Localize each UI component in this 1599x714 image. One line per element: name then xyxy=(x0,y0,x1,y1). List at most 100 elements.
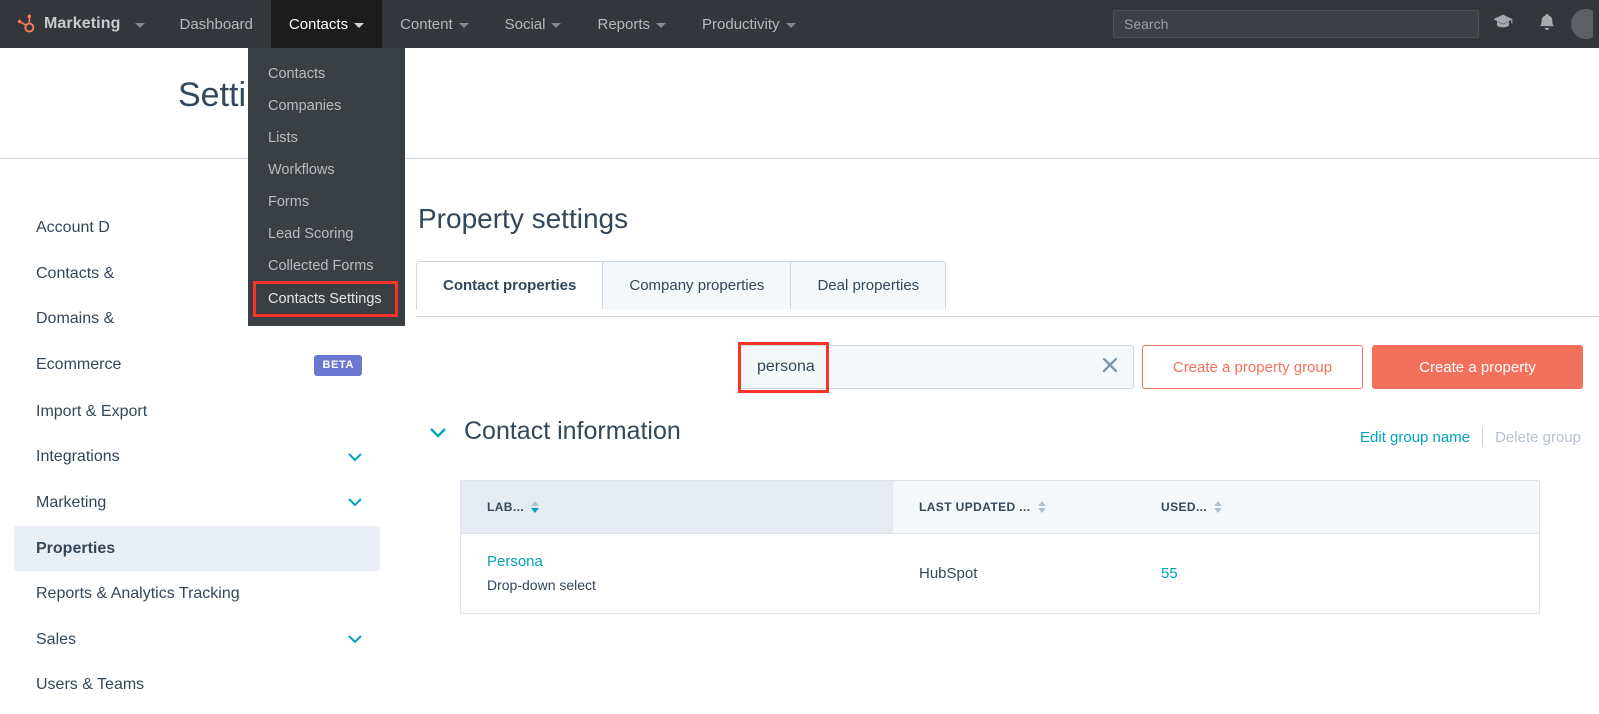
column-header-text: USED... xyxy=(1161,500,1207,514)
sort-icon[interactable] xyxy=(1214,501,1222,513)
contacts-dropdown-menu: Contacts Companies Lists Workflows Forms… xyxy=(248,48,405,326)
tab-deal-properties[interactable]: Deal properties xyxy=(791,262,945,309)
sidebar-item-label: Users & Teams xyxy=(36,675,362,695)
beta-badge: BETA xyxy=(314,355,362,376)
chevron-down-icon xyxy=(786,23,796,28)
column-header-last-updated[interactable]: LAST UPDATED ... xyxy=(893,481,1135,533)
sidebar-item-reports-analytics-tracking[interactable]: Reports & Analytics Tracking xyxy=(14,571,380,617)
chevron-down-icon xyxy=(348,635,362,644)
sidebar-item-integrations[interactable]: Integrations xyxy=(14,434,380,480)
dropdown-item-contacts-settings[interactable]: Contacts Settings xyxy=(256,284,395,314)
sidebar-item-label: Import & Export xyxy=(36,402,362,422)
property-group-header: Contact information Edit group name Dele… xyxy=(400,417,1599,469)
close-x-icon xyxy=(1100,355,1120,380)
nav-item-productivity[interactable]: Productivity xyxy=(684,0,814,48)
sort-icon[interactable] xyxy=(1038,501,1046,513)
hubspot-sprocket-logo-icon xyxy=(14,14,35,35)
sidebar-item-ecommerce[interactable]: Ecommerce BETA xyxy=(14,342,380,389)
dropdown-item-contacts[interactable]: Contacts xyxy=(248,58,405,90)
dropdown-item-forms[interactable]: Forms xyxy=(248,186,405,218)
column-header-used-in[interactable]: USED... xyxy=(1135,481,1539,533)
sort-descending-arrow xyxy=(531,508,539,513)
nav-item-reports[interactable]: Reports xyxy=(579,0,684,48)
brand-label: Marketing xyxy=(44,15,120,33)
action-divider xyxy=(1482,427,1483,447)
chevron-down-icon xyxy=(459,23,469,28)
nav-item-label: Contacts xyxy=(289,16,348,33)
dropdown-item-collected-forms[interactable]: Collected Forms xyxy=(248,250,405,282)
column-header-text: LAST UPDATED ... xyxy=(919,500,1031,514)
dropdown-item-lead-scoring[interactable]: Lead Scoring xyxy=(248,218,405,250)
tab-underline-divider xyxy=(416,316,1599,317)
dropdown-item-lists[interactable]: Lists xyxy=(248,122,405,154)
column-header-label[interactable]: LAB... xyxy=(461,481,893,533)
chevron-down-icon xyxy=(354,23,364,28)
sidebar-item-marketing[interactable]: Marketing xyxy=(14,480,380,526)
cell-property-label: Persona Drop-down select xyxy=(461,553,893,594)
nav-item-social[interactable]: Social xyxy=(487,0,580,48)
avatar xyxy=(1571,9,1593,39)
column-header-text: LAB... xyxy=(487,500,524,514)
tab-contact-properties[interactable]: Contact properties xyxy=(417,262,603,309)
sidebar-item-label: Sales xyxy=(36,630,348,650)
nav-item-dashboard[interactable]: Dashboard xyxy=(161,0,270,48)
group-actions: Edit group name Delete group xyxy=(1360,427,1581,447)
used-in-count-link[interactable]: 55 xyxy=(1161,565,1178,582)
sort-ascending-arrow xyxy=(1214,501,1222,506)
sidebar-item-users-teams[interactable]: Users & Teams xyxy=(14,662,380,708)
sidebar-item-label: Marketing xyxy=(36,493,348,513)
chevron-down-icon xyxy=(551,23,561,28)
search-and-actions-row: Create a property group Create a propert… xyxy=(400,341,1599,401)
dropdown-item-workflows[interactable]: Workflows xyxy=(248,154,405,186)
brand-home-link[interactable]: Marketing xyxy=(0,0,161,48)
nav-item-label: Social xyxy=(505,16,546,33)
sort-ascending-arrow xyxy=(1038,501,1046,506)
graduation-cap-icon xyxy=(1492,11,1514,38)
nav-item-contacts[interactable]: Contacts xyxy=(271,0,382,48)
academy-button[interactable] xyxy=(1483,0,1523,48)
nav-item-label: Content xyxy=(400,16,453,33)
tab-company-properties[interactable]: Company properties xyxy=(603,262,791,309)
properties-table: LAB... LAST UPDATED ... USED... xyxy=(460,480,1540,614)
sidebar-item-label: Integrations xyxy=(36,447,348,467)
cell-used-in: 55 xyxy=(1135,565,1539,582)
property-name-link[interactable]: Persona xyxy=(487,553,893,570)
nav-item-label: Dashboard xyxy=(179,16,252,33)
property-search-field[interactable] xyxy=(740,345,1134,389)
sidebar-item-label: Properties xyxy=(36,539,362,559)
table-row: Persona Drop-down select HubSpot 55 xyxy=(461,533,1539,613)
chevron-down-icon xyxy=(348,453,362,462)
delete-group-link: Delete group xyxy=(1495,429,1581,446)
create-property-button[interactable]: Create a property xyxy=(1372,345,1583,389)
sort-descending-arrow xyxy=(1038,508,1046,513)
table-header-row: LAB... LAST UPDATED ... USED... xyxy=(461,481,1539,533)
group-collapse-toggle[interactable] xyxy=(428,426,448,446)
sort-descending-arrow xyxy=(1214,508,1222,513)
page-header: Settings xyxy=(0,48,1599,159)
search-input[interactable] xyxy=(741,346,1087,388)
main-content: Property settings Contact properties Com… xyxy=(400,159,1599,714)
edit-group-name-link[interactable]: Edit group name xyxy=(1360,429,1470,446)
sidebar-item-properties[interactable]: Properties xyxy=(14,526,380,572)
chevron-down-icon xyxy=(348,498,362,507)
global-search-input[interactable] xyxy=(1113,10,1479,38)
chevron-down-icon xyxy=(135,23,145,28)
group-name: Contact information xyxy=(464,417,681,446)
sidebar-item-label: Reports & Analytics Tracking xyxy=(36,584,362,604)
property-type-text: Drop-down select xyxy=(487,577,596,593)
nav-item-content[interactable]: Content xyxy=(382,0,487,48)
create-property-group-button[interactable]: Create a property group xyxy=(1142,345,1363,389)
sidebar-item-label: Ecommerce xyxy=(36,355,302,375)
dropdown-item-companies[interactable]: Companies xyxy=(248,90,405,122)
user-avatar-button[interactable] xyxy=(1571,0,1593,48)
notifications-button[interactable] xyxy=(1527,0,1567,48)
clear-search-button[interactable] xyxy=(1087,355,1133,380)
sidebar-item-import-export[interactable]: Import & Export xyxy=(14,389,380,435)
bell-icon xyxy=(1537,11,1557,38)
nav-item-label: Reports xyxy=(597,16,650,33)
primary-nav-items: Dashboard Contacts Content Social Report… xyxy=(161,0,813,48)
nav-item-label: Productivity xyxy=(702,16,780,33)
sort-icon[interactable] xyxy=(531,501,539,513)
chevron-down-icon xyxy=(656,23,666,28)
sidebar-item-sales[interactable]: Sales xyxy=(14,617,380,663)
